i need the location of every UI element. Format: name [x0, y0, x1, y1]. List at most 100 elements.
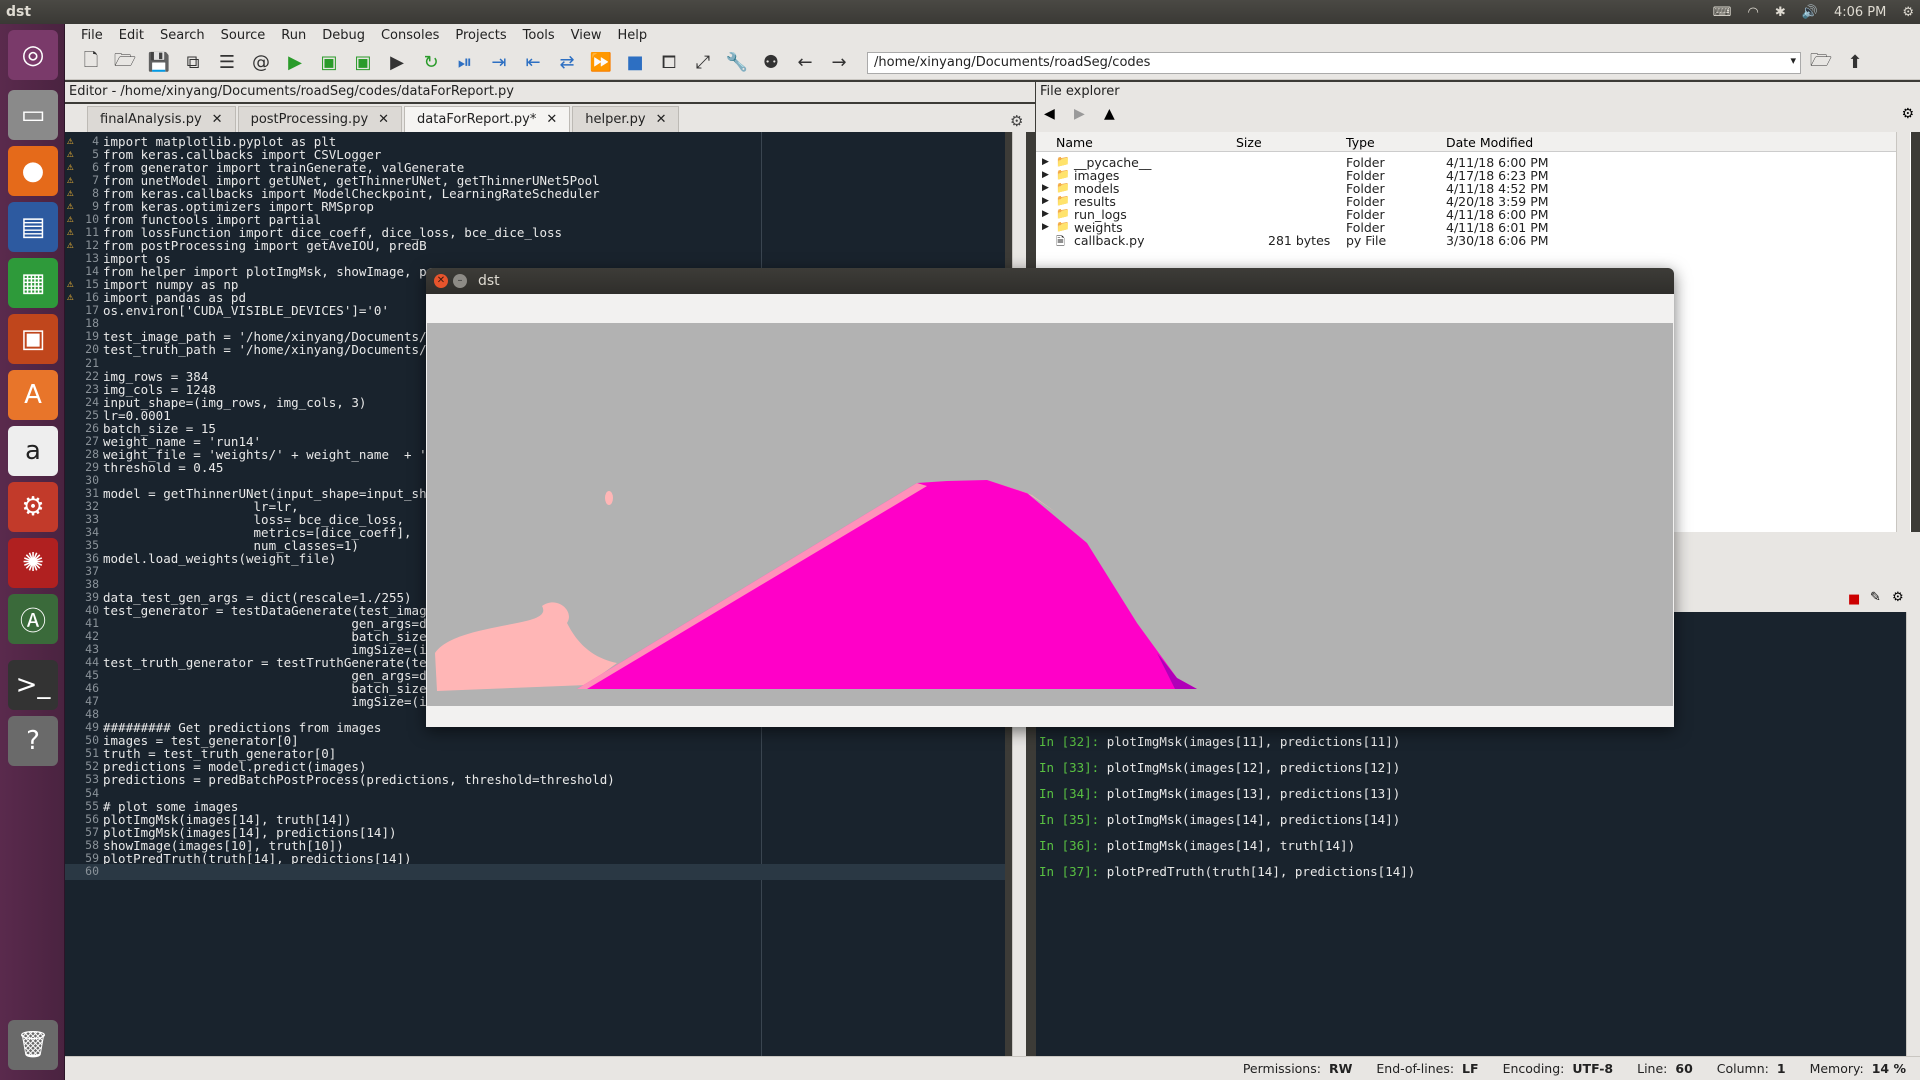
rerun-icon[interactable]: ↻ — [417, 50, 445, 76]
writer-icon[interactable]: ▤ — [8, 202, 58, 252]
warning-icon[interactable]: ⚠ — [67, 290, 74, 303]
chevron-down-icon[interactable]: ▾ — [1790, 54, 1796, 67]
settings-icon[interactable]: ⚙ — [8, 482, 58, 532]
gear-icon[interactable]: ⚙ — [1892, 590, 1904, 605]
tab-postprocessing[interactable]: postProcessing.py ✕ — [237, 106, 403, 132]
run-cell-icon[interactable]: ▣ — [315, 50, 343, 76]
editor-options-gear-icon[interactable]: ⚙ — [1010, 112, 1023, 130]
save-all-icon[interactable]: ⧉ — [179, 50, 207, 76]
close-icon[interactable]: ✕ — [378, 112, 389, 127]
col-date[interactable]: Date Modified — [1446, 135, 1533, 150]
gear-icon[interactable]: ⚙ — [1901, 106, 1914, 122]
col-name[interactable]: Name — [1056, 135, 1093, 150]
expand-arrow-icon[interactable]: ▶ — [1042, 196, 1049, 206]
menu-edit[interactable]: Edit — [111, 28, 152, 43]
keyboard-icon[interactable]: ⌨ — [1713, 5, 1732, 20]
clock[interactable]: 4:06 PM — [1834, 5, 1886, 20]
warning-icon[interactable]: ⚠ — [67, 186, 74, 199]
warning-icon[interactable]: ⚠ — [67, 212, 74, 225]
close-icon[interactable]: ✕ — [212, 112, 223, 127]
menu-file[interactable]: File — [73, 28, 111, 43]
expand-arrow-icon[interactable]: ▶ — [1042, 222, 1049, 232]
menu-projects[interactable]: Projects — [447, 28, 514, 43]
tab-helper[interactable]: helper.py ✕ — [572, 106, 680, 132]
updater-icon[interactable]: Ⓐ — [8, 594, 58, 644]
bluetooth-icon[interactable]: ✱ — [1775, 5, 1786, 20]
expand-arrow-icon[interactable]: ▶ — [1042, 157, 1049, 167]
expand-arrow-icon[interactable]: ▶ — [1042, 183, 1049, 193]
spyder-icon[interactable]: ✺ — [8, 538, 58, 588]
list-icon[interactable]: ☰ — [213, 50, 241, 76]
firefox-icon[interactable]: ● — [8, 146, 58, 196]
menu-help[interactable]: Help — [610, 28, 656, 43]
python-path-icon[interactable]: ⚉ — [757, 50, 785, 76]
warning-icon[interactable]: ⚠ — [67, 147, 74, 160]
menu-run[interactable]: Run — [273, 28, 314, 43]
open-file-icon[interactable]: 🗁 — [111, 50, 139, 76]
warning-icon[interactable]: ⚠ — [67, 277, 74, 290]
forward-icon[interactable]: ▶ — [1074, 106, 1085, 122]
file-scrollbar[interactable] — [1896, 132, 1910, 532]
col-size[interactable]: Size — [1236, 135, 1262, 150]
software-center-icon[interactable]: A — [8, 370, 58, 420]
expand-arrow-icon[interactable]: ▶ — [1042, 209, 1049, 219]
minimize-icon[interactable]: – — [453, 274, 467, 288]
ubuntu-dash-icon[interactable]: ◎ — [8, 30, 58, 80]
col-type[interactable]: Type — [1346, 135, 1375, 150]
forward-icon[interactable]: → — [825, 50, 853, 76]
menu-debug[interactable]: Debug — [314, 28, 373, 43]
impress-icon[interactable]: ▣ — [8, 314, 58, 364]
fullscreen-icon[interactable]: ⤢ — [689, 50, 717, 76]
expand-arrow-icon[interactable]: ▶ — [1042, 170, 1049, 180]
up-icon[interactable]: ▲ — [1104, 106, 1115, 122]
terminal-icon[interactable]: >_ — [8, 660, 58, 710]
menu-source[interactable]: Source — [213, 28, 274, 43]
amazon-icon[interactable]: a — [8, 426, 58, 476]
debug-icon[interactable]: ⏯ — [451, 50, 479, 76]
run-cell-advance-icon[interactable]: ▣ — [349, 50, 377, 76]
stop-icon[interactable]: ■ — [1848, 592, 1860, 607]
continue-icon[interactable]: ⏩ — [587, 50, 615, 76]
tab-finalanalysis[interactable]: finalAnalysis.py ✕ — [87, 106, 236, 132]
gear-icon[interactable]: ⚙ — [1902, 5, 1914, 20]
console-scrollbar[interactable] — [1906, 612, 1920, 1056]
dst-window-titlebar[interactable]: ✕ – dst — [426, 268, 1674, 294]
menu-search[interactable]: Search — [152, 28, 213, 43]
trash-icon[interactable]: 🗑 — [8, 1020, 58, 1070]
maximize-pane-icon[interactable]: ⧠ — [655, 50, 683, 76]
step-return-icon[interactable]: ⇄ — [553, 50, 581, 76]
close-icon[interactable]: ✕ — [546, 112, 557, 127]
warning-icon[interactable]: ⚠ — [67, 173, 74, 186]
run-selection-icon[interactable]: ▶ — [383, 50, 411, 76]
menu-tools[interactable]: Tools — [515, 28, 563, 43]
menu-view[interactable]: View — [563, 28, 610, 43]
dst-image-window[interactable]: ✕ – dst — [426, 268, 1674, 727]
new-file-icon[interactable]: 🗋 — [77, 50, 105, 76]
run-icon[interactable]: ▶ — [281, 50, 309, 76]
code-line[interactable]: 60 — [65, 863, 1005, 880]
warning-icon[interactable]: ⚠ — [67, 225, 74, 238]
file-row[interactable]: 🗎 callback.py 281 bytes py File 3/30/18 6:06… — [1036, 233, 1896, 249]
preferences-icon[interactable]: 🔧 — [723, 50, 751, 76]
tab-dataforreport[interactable]: dataForReport.py* ✕ — [404, 106, 571, 132]
save-icon[interactable]: 💾 — [145, 50, 173, 76]
calc-icon[interactable]: ▦ — [8, 258, 58, 308]
close-icon[interactable]: ✕ — [656, 112, 667, 127]
volume-icon[interactable]: 🔊 — [1802, 5, 1818, 20]
warning-icon[interactable]: ⚠ — [67, 160, 74, 173]
parent-dir-icon[interactable]: ⬆ — [1841, 50, 1869, 76]
warning-icon[interactable]: ⚠ — [67, 238, 74, 251]
back-icon[interactable]: ◀ — [1044, 106, 1055, 122]
browse-folder-icon[interactable]: 🗁 — [1807, 50, 1835, 76]
wifi-icon[interactable]: ◠ — [1748, 5, 1759, 20]
clear-icon[interactable]: ✎ — [1870, 590, 1881, 605]
menu-consoles[interactable]: Consoles — [373, 28, 447, 43]
warning-icon[interactable]: ⚠ — [67, 199, 74, 212]
help-icon[interactable]: ? — [8, 716, 58, 766]
close-icon[interactable]: ✕ — [434, 274, 448, 288]
step-icon[interactable]: ⇥ — [485, 50, 513, 76]
at-icon[interactable]: @ — [247, 50, 275, 76]
files-icon[interactable]: ▭ — [8, 90, 58, 140]
warning-icon[interactable]: ⚠ — [67, 134, 74, 147]
stop-icon[interactable]: ■ — [621, 50, 649, 76]
